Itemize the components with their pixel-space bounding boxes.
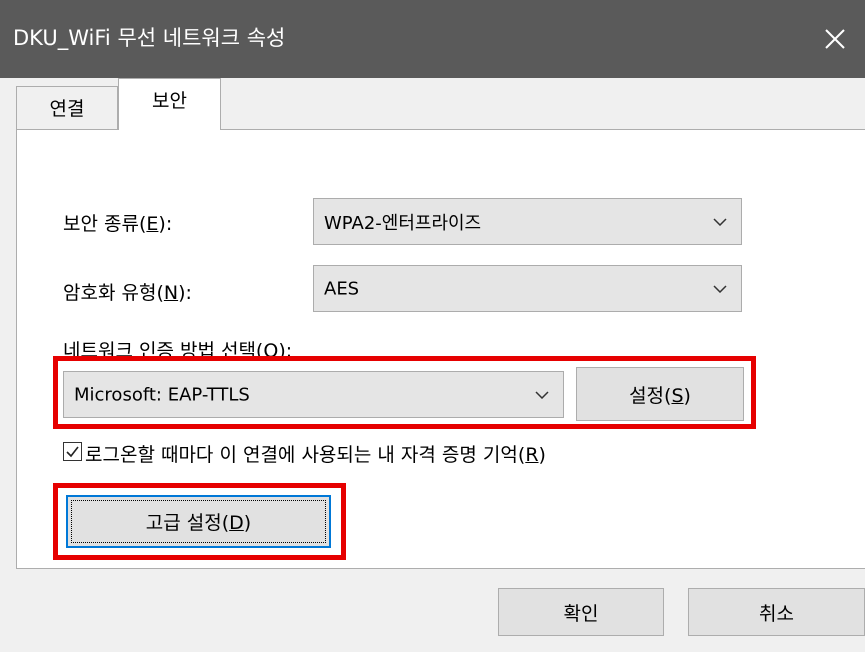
remember-credentials-checkbox[interactable] <box>63 442 82 461</box>
encryption-type-value: AES <box>324 278 360 299</box>
close-icon <box>825 29 845 49</box>
checkmark-icon <box>66 446 79 458</box>
focus-ring <box>71 500 326 543</box>
security-type-label: 보안 종류(E): <box>63 213 173 235</box>
window-title: DKU_WiFi 무선 네트워크 속성 <box>13 26 286 50</box>
auth-method-label: 네트워크 인증 방법 선택(O): <box>63 340 293 362</box>
encryption-type-dropdown[interactable]: AES <box>313 265 742 312</box>
ok-button[interactable]: 확인 <box>498 588 664 636</box>
cancel-label: 취소 <box>759 602 794 625</box>
tab-connection-label: 연결 <box>49 98 85 120</box>
security-type-dropdown[interactable]: WPA2-엔터프라이즈 <box>313 198 742 245</box>
cancel-button[interactable]: 취소 <box>688 588 865 636</box>
advanced-settings-button[interactable]: 고급 설정(D) <box>66 495 331 548</box>
ok-label: 확인 <box>563 602 599 625</box>
auth-settings-button[interactable]: 설정(S) <box>576 367 744 421</box>
encryption-type-label: 암호화 유형(N): <box>63 282 192 304</box>
tab-security[interactable]: 보안 <box>118 78 221 130</box>
chevron-down-icon <box>713 284 727 293</box>
remember-credentials-label[interactable]: 로그온할 때마다 이 연결에 사용되는 내 자격 증명 기억(R) <box>85 440 546 467</box>
tab-security-label: 보안 <box>152 90 187 112</box>
security-type-value: WPA2-엔터프라이즈 <box>324 212 482 234</box>
auth-method-dropdown[interactable]: Microsoft: EAP-TTLS <box>63 371 564 418</box>
auth-settings-label: 설정(S) <box>629 384 691 407</box>
close-button[interactable] <box>805 0 865 78</box>
chevron-down-icon <box>535 390 549 399</box>
tab-connection[interactable]: 연결 <box>16 86 118 130</box>
title-bar: DKU_WiFi 무선 네트워크 속성 <box>0 0 865 78</box>
auth-method-value: Microsoft: EAP-TTLS <box>74 384 250 405</box>
chevron-down-icon <box>713 217 727 226</box>
